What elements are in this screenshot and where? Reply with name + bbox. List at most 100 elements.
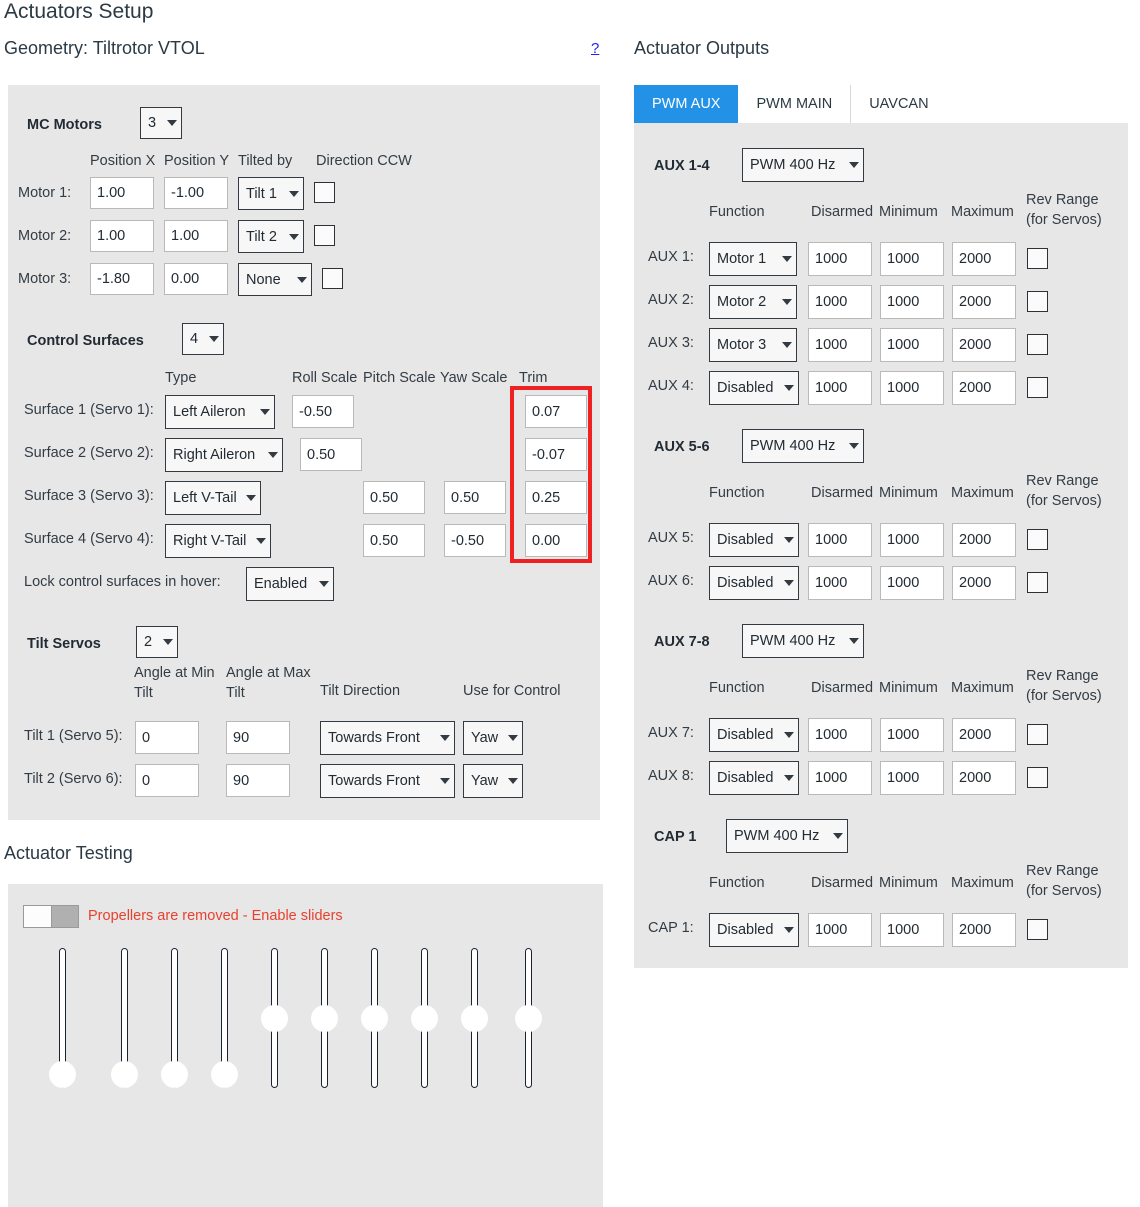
- cap-1-rev-range-checkbox[interactable]: [1027, 919, 1048, 940]
- aux-4-rev-range-checkbox[interactable]: [1027, 377, 1048, 398]
- motor-2-ccw-checkbox[interactable]: [314, 225, 335, 246]
- aux-7-minimum-input[interactable]: [880, 718, 944, 752]
- slider-handle[interactable]: [411, 1005, 438, 1032]
- aux-6-disarmed-input[interactable]: [808, 566, 872, 600]
- aux-4-function-select[interactable]: Disabled: [709, 371, 799, 405]
- aux-5-minimum-input[interactable]: [880, 523, 944, 557]
- slider-all-motors[interactable]: [49, 948, 75, 1088]
- aux-3-maximum-input[interactable]: [952, 328, 1016, 362]
- aux-8-rev-range-checkbox[interactable]: [1027, 767, 1048, 788]
- tilt-1-min-angle-input[interactable]: [135, 721, 199, 754]
- slider-handle[interactable]: [461, 1005, 488, 1032]
- tilt-servos-count-select[interactable]: 2: [136, 626, 178, 658]
- slider-left-v-tail[interactable]: [361, 948, 387, 1088]
- tilt-1-max-angle-input[interactable]: [226, 721, 290, 754]
- aux-7-function-select[interactable]: Disabled: [709, 718, 799, 752]
- aux-1-maximum-input[interactable]: [952, 242, 1016, 276]
- surface-2-roll-scale-input[interactable]: [300, 438, 362, 471]
- aux-2-maximum-input[interactable]: [952, 285, 1016, 319]
- aux-1-rev-range-checkbox[interactable]: [1027, 248, 1048, 269]
- aux-8-maximum-input[interactable]: [952, 761, 1016, 795]
- aux-2-minimum-input[interactable]: [880, 285, 944, 319]
- slider-handle[interactable]: [261, 1005, 288, 1032]
- aux-7-rev-range-checkbox[interactable]: [1027, 724, 1048, 745]
- group-aux-5-6-rate-select[interactable]: PWM 400 Hz: [742, 429, 864, 463]
- motor-1-position-x-input[interactable]: [90, 177, 154, 209]
- slider-handle[interactable]: [49, 1061, 76, 1088]
- motor-2-position-x-input[interactable]: [90, 220, 154, 252]
- aux-2-rev-range-checkbox[interactable]: [1027, 291, 1048, 312]
- surface-2-trim-input[interactable]: [525, 438, 587, 471]
- aux-5-disarmed-input[interactable]: [808, 523, 872, 557]
- slider-right-v-tail[interactable]: [411, 948, 437, 1088]
- slider-handle[interactable]: [211, 1061, 238, 1088]
- surface-3-type-select[interactable]: Left V-Tail: [165, 481, 261, 515]
- group-aux-7-8-rate-select[interactable]: PWM 400 Hz: [742, 624, 864, 658]
- aux-6-maximum-input[interactable]: [952, 566, 1016, 600]
- control-surfaces-count-select[interactable]: 4: [182, 323, 224, 355]
- slider-tilt-2[interactable]: [515, 948, 541, 1088]
- slider-handle[interactable]: [311, 1005, 338, 1032]
- motor-3-position-x-input[interactable]: [90, 263, 154, 295]
- aux-8-function-select[interactable]: Disabled: [709, 761, 799, 795]
- mc-motors-count-select[interactable]: 3: [140, 107, 182, 139]
- surface-2-type-select[interactable]: Right Aileron: [165, 438, 283, 472]
- tilt-1-use-for-control-select[interactable]: Yaw: [463, 721, 523, 755]
- surface-1-roll-scale-input[interactable]: [292, 395, 354, 428]
- slider-motor-3[interactable]: [211, 948, 237, 1088]
- slider-handle[interactable]: [361, 1005, 388, 1032]
- motor-2-position-y-input[interactable]: [164, 220, 228, 252]
- aux-4-minimum-input[interactable]: [880, 371, 944, 405]
- aux-1-minimum-input[interactable]: [880, 242, 944, 276]
- aux-2-disarmed-input[interactable]: [808, 285, 872, 319]
- slider-tilt-1[interactable]: [461, 948, 487, 1088]
- tab-pwm-aux[interactable]: PWM AUX: [634, 85, 738, 123]
- slider-motor-1[interactable]: [111, 948, 137, 1088]
- motor-3-position-y-input[interactable]: [164, 263, 228, 295]
- cap-1-function-select[interactable]: Disabled: [709, 913, 799, 947]
- aux-8-disarmed-input[interactable]: [808, 761, 872, 795]
- lock-control-surfaces-select[interactable]: Enabled: [246, 567, 334, 601]
- aux-6-rev-range-checkbox[interactable]: [1027, 572, 1048, 593]
- surface-4-trim-input[interactable]: [525, 524, 587, 557]
- tilt-2-direction-select[interactable]: Towards Front: [320, 764, 455, 798]
- surface-4-yaw-scale-input[interactable]: [444, 524, 506, 557]
- slider-handle[interactable]: [111, 1061, 138, 1088]
- aux-3-rev-range-checkbox[interactable]: [1027, 334, 1048, 355]
- motor-2-tilted-by-select[interactable]: Tilt 2: [238, 220, 304, 253]
- surface-1-type-select[interactable]: Left Aileron: [165, 395, 275, 429]
- aux-5-maximum-input[interactable]: [952, 523, 1016, 557]
- surface-3-trim-input[interactable]: [525, 481, 587, 514]
- aux-4-disarmed-input[interactable]: [808, 371, 872, 405]
- tab-pwm-main[interactable]: PWM MAIN: [738, 85, 851, 123]
- aux-7-disarmed-input[interactable]: [808, 718, 872, 752]
- tilt-2-max-angle-input[interactable]: [226, 764, 290, 797]
- aux-7-maximum-input[interactable]: [952, 718, 1016, 752]
- slider-right-aileron[interactable]: [311, 948, 337, 1088]
- slider-handle[interactable]: [161, 1061, 188, 1088]
- tilt-1-direction-select[interactable]: Towards Front: [320, 721, 455, 755]
- aux-3-minimum-input[interactable]: [880, 328, 944, 362]
- motor-1-position-y-input[interactable]: [164, 177, 228, 209]
- aux-6-function-select[interactable]: Disabled: [709, 566, 799, 600]
- tilt-2-use-for-control-select[interactable]: Yaw: [463, 764, 523, 798]
- cap-1-maximum-input[interactable]: [952, 913, 1016, 947]
- cap-1-disarmed-input[interactable]: [808, 913, 872, 947]
- aux-3-disarmed-input[interactable]: [808, 328, 872, 362]
- aux-1-disarmed-input[interactable]: [808, 242, 872, 276]
- aux-1-function-select[interactable]: Motor 1: [709, 242, 797, 276]
- surface-4-pitch-scale-input[interactable]: [363, 524, 425, 557]
- surface-1-trim-input[interactable]: [525, 395, 587, 428]
- surface-3-pitch-scale-input[interactable]: [363, 481, 425, 514]
- aux-4-maximum-input[interactable]: [952, 371, 1016, 405]
- group-cap-1-rate-select[interactable]: PWM 400 Hz: [726, 819, 848, 853]
- help-link[interactable]: ?: [591, 40, 599, 57]
- aux-8-minimum-input[interactable]: [880, 761, 944, 795]
- motor-3-ccw-checkbox[interactable]: [322, 268, 343, 289]
- motor-1-tilted-by-select[interactable]: Tilt 1: [238, 177, 304, 210]
- aux-6-minimum-input[interactable]: [880, 566, 944, 600]
- enable-sliders-toggle[interactable]: [23, 905, 79, 928]
- slider-motor-2[interactable]: [161, 948, 187, 1088]
- aux-5-function-select[interactable]: Disabled: [709, 523, 799, 557]
- group-aux-1-4-rate-select[interactable]: PWM 400 Hz: [742, 148, 864, 182]
